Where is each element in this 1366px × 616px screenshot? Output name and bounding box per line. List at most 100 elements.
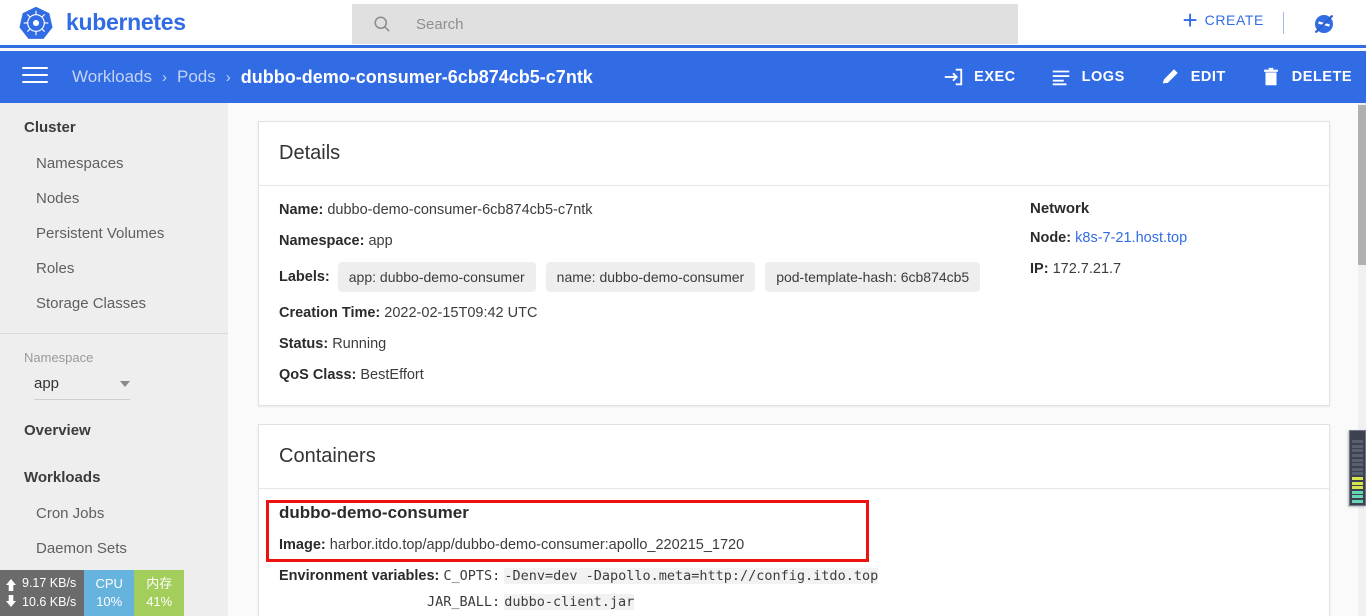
- container-row-env: Environment variables: C_OPTS: -Denv=dev…: [279, 566, 1309, 586]
- search-input[interactable]: [414, 14, 974, 34]
- cpu-label: CPU: [95, 576, 123, 591]
- label-chip-app: app: dubbo-demo-consumer: [337, 262, 536, 292]
- sidebar-header-workloads[interactable]: Workloads: [0, 449, 228, 496]
- namespace-selected-value: app: [34, 375, 60, 392]
- kubernetes-helm-icon: [19, 6, 53, 39]
- exec-button[interactable]: EXEC: [942, 66, 1016, 88]
- sidebar-item-roles[interactable]: Roles: [0, 251, 228, 286]
- led-segment: [1352, 486, 1363, 490]
- top-header-bar: kubernetes + CREATE: [0, 0, 1366, 48]
- network-arrows: [4, 577, 18, 609]
- resource-led-meter-widget[interactable]: [1349, 430, 1366, 506]
- detail-row-status: Status: Running: [279, 334, 1309, 354]
- delete-button[interactable]: DELETE: [1260, 66, 1352, 88]
- system-monitor-widget[interactable]: 9.17 KB/s 10.6 KB/s CPU 10% 内存 41%: [0, 570, 185, 616]
- delete-button-label: DELETE: [1291, 69, 1352, 85]
- container-row-env-second: JAR_BALL: dubbo-client.jar: [279, 592, 1309, 612]
- arrow-up-icon: [6, 579, 16, 591]
- detail-label-labels: Labels:: [279, 269, 330, 285]
- namespace-select[interactable]: app: [34, 375, 130, 400]
- label-chip-pod-template-hash: pod-template-hash: 6cb874cb5: [765, 262, 981, 292]
- network-rates: 9.17 KB/s 10.6 KB/s: [22, 574, 76, 612]
- sidebar-item-namespaces[interactable]: Namespaces: [0, 146, 228, 181]
- detail-label-ip: IP:: [1030, 261, 1049, 277]
- notifications-off-icon: [1314, 14, 1334, 34]
- container-row-image: Image: harbor.itdo.top/app/dubbo-demo-co…: [279, 535, 1309, 555]
- detail-row-qos: QoS Class: BestEffort: [279, 365, 1309, 385]
- search-bar[interactable]: [352, 4, 1018, 44]
- containers-card-body: dubbo-demo-consumer Image: harbor.itdo.t…: [259, 489, 1329, 616]
- arrow-down-icon: [6, 595, 16, 607]
- download-rate: 10.6 KB/s: [22, 595, 77, 609]
- toolbar-actions: EXEC LOGS EDIT DELETE: [908, 66, 1352, 88]
- breadcrumb-item-workloads[interactable]: Workloads: [72, 67, 152, 87]
- detail-value-ip: 172.7.21.7: [1052, 261, 1122, 277]
- hamburger-menu-icon[interactable]: [22, 67, 48, 87]
- detail-label-status: Status:: [279, 336, 329, 352]
- env-name-jar-ball: JAR_BALL:: [427, 594, 501, 610]
- memory-value: 41%: [146, 594, 173, 609]
- exec-button-label: EXEC: [974, 69, 1016, 85]
- sidebar-item-cron-jobs[interactable]: Cron Jobs: [0, 496, 228, 531]
- sidebar-header-cluster: Cluster: [24, 119, 76, 136]
- logs-button-label: LOGS: [1081, 69, 1125, 85]
- sidebar-item-persistent-volumes[interactable]: Persistent Volumes: [0, 216, 228, 251]
- delete-trash-icon: [1263, 67, 1278, 86]
- notifications-off-button[interactable]: [1310, 10, 1338, 38]
- detail-row-creation-time: Creation Time: 2022-02-15T09:42 UTC: [279, 303, 1309, 323]
- sidebar-item-storage-classes[interactable]: Storage Classes: [0, 286, 228, 321]
- led-segment: [1352, 440, 1363, 444]
- containers-card-title: Containers: [279, 445, 376, 467]
- status-badge: Running: [332, 336, 387, 352]
- container-label-image: Image:: [279, 537, 326, 553]
- container-value-image: harbor.itdo.top/app/dubbo-demo-consumer:…: [329, 537, 745, 553]
- page-scrollbar-track[interactable]: [1358, 103, 1366, 616]
- edit-pencil-icon: [1162, 69, 1178, 84]
- plus-icon: +: [1182, 5, 1198, 35]
- led-segment: [1352, 458, 1363, 462]
- brand-logo-area[interactable]: kubernetes: [0, 5, 340, 41]
- left-sidebar: Cluster Namespaces Nodes Persistent Volu…: [0, 103, 228, 616]
- upload-rate: 9.17 KB/s: [22, 576, 77, 590]
- containers-card: Containers dubbo-demo-consumer Image: ha…: [258, 424, 1330, 616]
- detail-label-name: Name:: [279, 202, 324, 218]
- container-name: dubbo-demo-consumer: [279, 503, 469, 522]
- breadcrumb: Workloads › Pods › dubbo-demo-consumer-6…: [72, 67, 593, 88]
- sidebar-item-nodes[interactable]: Nodes: [0, 181, 228, 216]
- breadcrumb-separator: ›: [162, 68, 167, 86]
- logs-button[interactable]: LOGS: [1050, 66, 1125, 88]
- env-value-c-opts: -Denv=dev -Dapollo.meta=http://config.it…: [504, 568, 879, 584]
- led-segment: [1352, 454, 1363, 458]
- header-divider: [1283, 12, 1284, 34]
- create-button[interactable]: + CREATE: [1182, 5, 1264, 35]
- sidebar-item-daemon-sets[interactable]: Daemon Sets: [0, 531, 228, 566]
- led-segment: [1352, 500, 1363, 503]
- edit-button[interactable]: EDIT: [1159, 66, 1226, 88]
- breadcrumb-item-pods[interactable]: Pods: [177, 67, 216, 87]
- detail-label-qos: QoS Class:: [279, 367, 357, 383]
- brand-name: kubernetes: [66, 9, 186, 35]
- led-segment: [1352, 472, 1363, 476]
- node-link[interactable]: k8s-7-21.host.top: [1075, 230, 1187, 246]
- chevron-down-icon: [120, 380, 130, 387]
- create-button-label: CREATE: [1204, 12, 1264, 28]
- network-title: Network: [1030, 200, 1090, 217]
- breadcrumb-current-pod: dubbo-demo-consumer-6cb874cb5-c7ntk: [240, 66, 593, 87]
- breadcrumb-separator: ›: [225, 68, 231, 86]
- sidebar-header-overview[interactable]: Overview: [0, 400, 228, 449]
- container-label-env: Environment variables:: [279, 568, 440, 584]
- led-segment: [1352, 467, 1363, 471]
- page-scrollbar-thumb[interactable]: [1358, 105, 1366, 265]
- memory-usage-panel: 内存 41%: [134, 570, 185, 616]
- env-name-c-opts: C_OPTS:: [443, 568, 501, 584]
- cpu-usage-panel: CPU 10%: [84, 570, 135, 616]
- led-segment: [1352, 463, 1363, 467]
- edit-button-label: EDIT: [1190, 69, 1226, 85]
- led-segment: [1352, 449, 1363, 453]
- detail-label-node: Node:: [1030, 230, 1072, 246]
- main-content: Details Name: dubbo-demo-consumer-6cb874…: [228, 103, 1358, 616]
- led-segment: [1352, 481, 1363, 485]
- led-segment: [1352, 477, 1363, 481]
- exec-terminal-icon: [944, 68, 963, 86]
- env-value-jar-ball: dubbo-client.jar: [504, 594, 635, 610]
